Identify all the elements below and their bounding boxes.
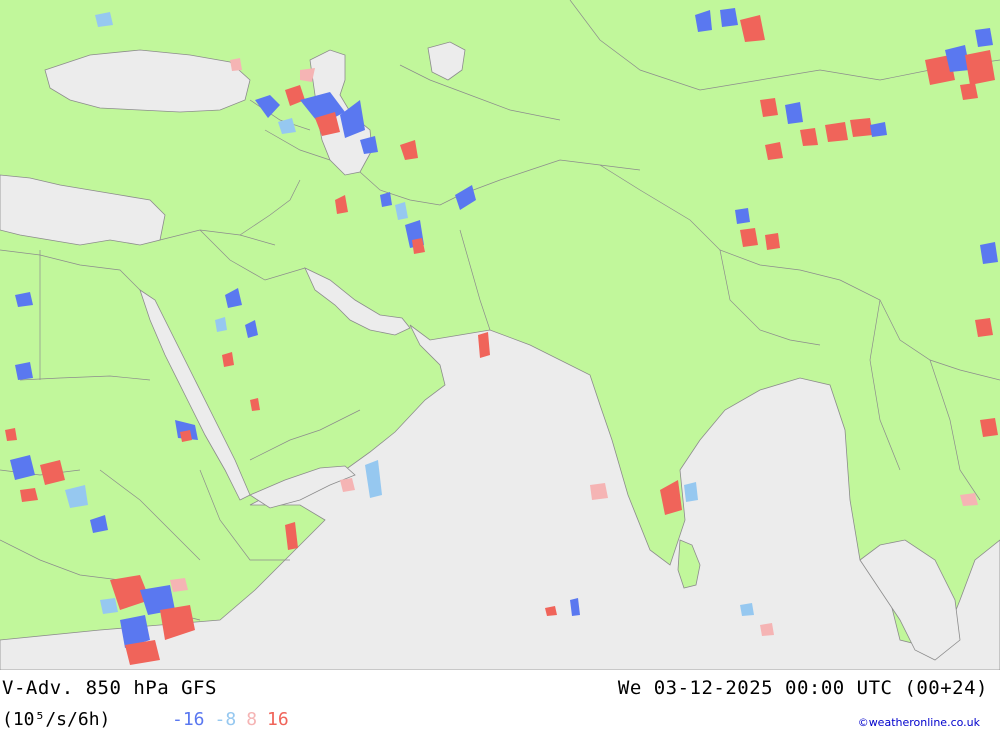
patch [785, 102, 803, 124]
patch [720, 8, 738, 27]
legend-item: -8 [214, 709, 237, 730]
patch [765, 142, 783, 160]
credit-link[interactable]: ©weatheronline.co.uk [858, 716, 980, 729]
legend-item: 16 [267, 709, 289, 730]
patch [100, 598, 118, 614]
units-label: (10⁵/s/6h) [2, 709, 111, 730]
patch [850, 118, 873, 137]
patch [740, 603, 754, 616]
map-title: V-Adv. 850 hPa GFS [2, 677, 217, 699]
patch [684, 482, 698, 502]
patch [980, 418, 998, 437]
patch [800, 128, 818, 146]
forecast-time: We 03-12-2025 00:00 UTC (00+24) [617, 677, 988, 699]
patch [960, 493, 978, 506]
patch [170, 578, 188, 592]
patch [825, 122, 848, 142]
patch [975, 28, 993, 47]
legend-item: 8 [246, 709, 258, 730]
patch [975, 318, 993, 337]
patch [20, 488, 38, 502]
patch [478, 332, 490, 358]
patch [760, 623, 774, 636]
patch [5, 428, 17, 441]
patch [15, 362, 33, 380]
patch [760, 98, 778, 117]
patch [230, 58, 242, 71]
legend: -16 -8 8 16 [172, 709, 299, 730]
patch [735, 208, 750, 224]
patch [765, 233, 780, 250]
patch [960, 83, 978, 100]
patch [590, 483, 608, 500]
patch [180, 430, 192, 442]
weather-map [0, 0, 1000, 670]
legend-item: -16 [172, 709, 205, 730]
patch [965, 50, 995, 85]
patch [980, 242, 998, 264]
patch [740, 228, 758, 247]
